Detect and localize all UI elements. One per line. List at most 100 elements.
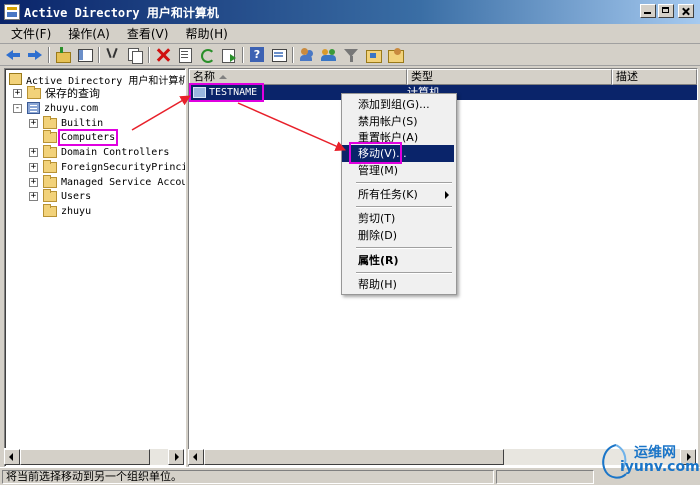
submenu-arrow-icon	[445, 191, 449, 199]
close-button[interactable]	[678, 4, 694, 18]
menu-action[interactable]: 操作(A)	[57, 25, 116, 42]
title-bar[interactable]: Active Directory 用户和计算机	[0, 0, 700, 24]
tree-item-domain[interactable]: - zhuyu.com	[13, 101, 98, 115]
menu-item-add-to-group[interactable]: 添加到组(G)...	[342, 96, 454, 113]
tree-item-builtin[interactable]: + Builtin	[29, 115, 104, 130]
aduc-app-icon[interactable]	[4, 4, 20, 20]
collapse-icon[interactable]: -	[13, 103, 22, 113]
menu-separator	[356, 247, 452, 249]
new-group-icon[interactable]	[320, 46, 338, 64]
row-name: TESTNAME	[209, 87, 258, 98]
tree-label: Builtin	[61, 117, 104, 129]
menu-item-properties[interactable]: 属性(R)	[342, 252, 454, 269]
toolbar-separator	[242, 46, 244, 63]
domain-icon	[27, 102, 40, 114]
window-title: Active Directory 用户和计算机	[24, 6, 219, 20]
tree-item-computers[interactable]: Computers	[29, 128, 119, 146]
tree-label: Managed Service Accour	[61, 176, 186, 188]
tree-label: zhuyu.com	[44, 102, 99, 114]
expand-icon[interactable]: +	[29, 162, 38, 172]
column-header-type-label: 类型	[411, 70, 433, 83]
row-name-cell[interactable]: TESTNAME	[189, 83, 265, 102]
menu-item-reset-account[interactable]: 重置帐户(A)	[342, 129, 454, 146]
column-header-name-label: 名称	[193, 70, 215, 83]
expand-icon[interactable]: +	[29, 118, 38, 128]
filter-icon[interactable]	[342, 46, 360, 64]
tree-label: zhuyu	[61, 205, 92, 217]
tree-label: Domain Controllers	[61, 146, 170, 158]
status-text: 将当前选择移动到另一个组织单位。	[2, 470, 494, 484]
aduc-window: Active Directory 用户和计算机 文件(F) 操作(A) 查看(V…	[0, 0, 700, 485]
scroll-left-icon[interactable]	[4, 449, 20, 465]
scroll-right-icon[interactable]	[168, 449, 184, 465]
scroll-thumb[interactable]	[204, 449, 504, 465]
column-header-name[interactable]: 名称	[189, 69, 407, 85]
expand-icon[interactable]: +	[13, 88, 22, 98]
new-user-icon[interactable]	[298, 46, 316, 64]
menu-item-manage[interactable]: 管理(M)	[342, 162, 454, 179]
help-icon[interactable]	[248, 46, 266, 64]
toolbar-separator	[48, 46, 50, 63]
tree-item-users[interactable]: + Users	[29, 188, 91, 203]
forward-icon[interactable]	[26, 46, 44, 64]
toolbar-separator	[98, 46, 100, 63]
scroll-left-icon[interactable]	[188, 449, 204, 465]
menu-view[interactable]: 查看(V)	[116, 25, 175, 42]
delete-icon[interactable]	[154, 46, 172, 64]
minimize-button[interactable]	[640, 4, 656, 18]
copy-icon[interactable]	[126, 46, 144, 64]
refresh-icon[interactable]	[198, 46, 216, 64]
column-header-description[interactable]: 描述	[612, 69, 697, 85]
toolbar-separator	[148, 46, 150, 63]
context-menu: 添加到组(G)... 禁用帐户(S) 重置帐户(A) 移动(V)... 管理(M…	[341, 93, 457, 295]
tree-pane[interactable]: Active Directory 用户和计算机 + 保存的查询 - zhuyu.…	[4, 68, 186, 467]
expand-icon[interactable]: +	[29, 191, 38, 201]
menu-bar: 文件(F) 操作(A) 查看(V) 帮助(H)	[0, 24, 700, 44]
expand-icon[interactable]: +	[29, 177, 38, 187]
tree-item-zhuyu[interactable]: zhuyu	[29, 203, 92, 218]
show-hide-tree-icon[interactable]	[76, 46, 94, 64]
expand-icon[interactable]: +	[29, 147, 38, 157]
maximize-button[interactable]	[658, 4, 674, 18]
delegate-control-icon[interactable]	[386, 46, 404, 64]
folder-icon	[43, 188, 57, 202]
menu-item-delete[interactable]: 删除(D)	[342, 227, 454, 244]
column-header-description-label: 描述	[616, 70, 638, 83]
tree-item-domain-controllers[interactable]: + Domain Controllers	[29, 144, 170, 159]
tree-item-managed-service[interactable]: + Managed Service Accour	[29, 174, 186, 189]
tree-horizontal-scrollbar[interactable]	[4, 448, 184, 465]
menu-item-help[interactable]: 帮助(H)	[342, 276, 454, 293]
tree-item-foreign-security[interactable]: + ForeignSecurityPrincip	[29, 159, 186, 174]
menu-file[interactable]: 文件(F)	[0, 25, 57, 42]
menu-separator	[356, 206, 452, 208]
ou-folder-icon	[43, 203, 57, 217]
computer-icon	[193, 87, 206, 98]
folder-icon	[43, 115, 57, 129]
status-bar: 将当前选择移动到另一个组织单位。	[0, 467, 700, 485]
view-icon[interactable]	[270, 46, 288, 64]
new-ou-icon[interactable]	[364, 46, 382, 64]
folder-icon	[43, 159, 57, 173]
folder-icon	[43, 174, 57, 188]
tree-root[interactable]: Active Directory 用户和计算机	[9, 72, 185, 87]
cut-icon[interactable]	[104, 46, 122, 64]
aduc-root-icon	[9, 73, 22, 85]
back-icon[interactable]	[4, 46, 22, 64]
menu-item-disable-account[interactable]: 禁用帐户(S)	[342, 113, 454, 130]
folder-icon	[27, 85, 41, 99]
watermark-logo: 运维网 iyunv.com	[596, 442, 700, 482]
properties-icon[interactable]	[176, 46, 194, 64]
menu-help[interactable]: 帮助(H)	[174, 25, 233, 42]
up-one-level-icon[interactable]	[54, 46, 72, 64]
watermark-url: iyunv.com	[620, 459, 700, 475]
menu-item-move[interactable]: 移动(V)...	[342, 145, 454, 162]
tree-item-saved-queries[interactable]: + 保存的查询	[13, 85, 100, 100]
status-panel	[496, 470, 594, 484]
export-list-icon[interactable]	[220, 46, 238, 64]
menu-item-cut[interactable]: 剪切(T)	[342, 210, 454, 227]
column-header-type[interactable]: 类型	[407, 69, 612, 85]
menu-item-all-tasks[interactable]: 所有任务(K)	[342, 186, 454, 203]
tree-label: ForeignSecurityPrincip	[61, 161, 186, 173]
tree-label: Computers	[57, 128, 119, 146]
scroll-thumb[interactable]	[20, 449, 150, 465]
